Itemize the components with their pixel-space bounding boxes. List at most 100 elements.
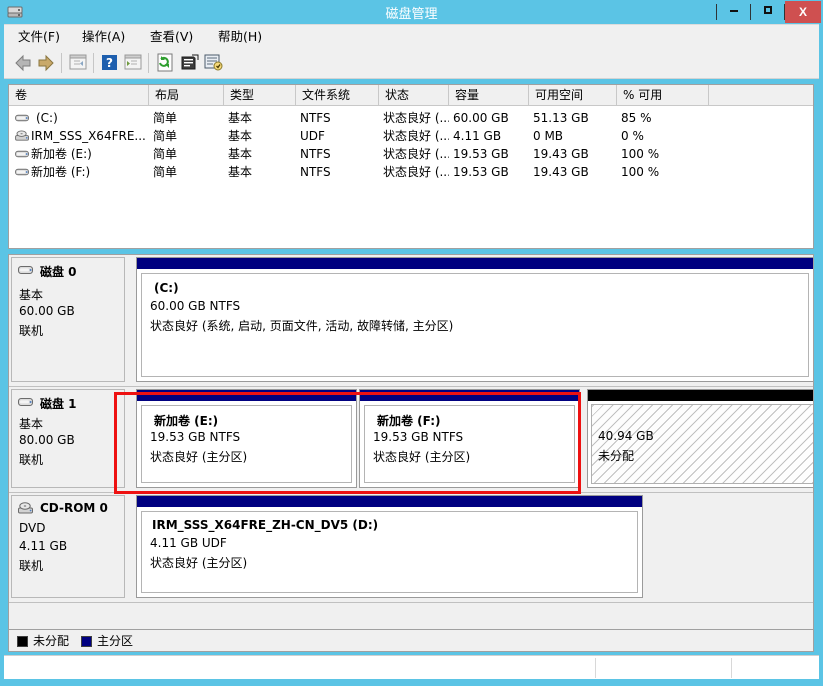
cell-percent-free: 85 %: [621, 111, 652, 125]
toolbar-separator-1: [61, 53, 62, 73]
column-filesystem[interactable]: 文件系统: [296, 85, 379, 105]
disk-1-name: 磁盘 1: [40, 397, 77, 411]
menu-action[interactable]: 操作(A): [76, 28, 131, 46]
disk-0-info[interactable]: 磁盘 0 基本 60.00 GB 联机: [11, 257, 125, 382]
disk-1-state: 联机: [19, 453, 44, 467]
cell-volume: (C:): [36, 111, 58, 125]
menu-view[interactable]: 查看(V): [144, 28, 199, 46]
toolbar-separator-3: [148, 53, 149, 73]
table-row[interactable]: (C:) 简单 基本 NTFS 状态良好 (... 60.00 GB 51.13…: [9, 109, 813, 127]
partition-e[interactable]: 新加卷 (E:) 19.53 GB NTFS 状态良好 (主分区): [136, 389, 357, 488]
column-volume[interactable]: 卷: [9, 85, 149, 105]
table-row[interactable]: IRM_SSS_X64FRE... 简单 基本 UDF 状态良好 (... 4.…: [9, 127, 813, 145]
partition-c-status: 状态良好 (系统, 启动, 页面文件, 活动, 故障转储, 主分区): [150, 319, 454, 333]
column-type[interactable]: 类型: [224, 85, 296, 105]
cell-capacity: 60.00 GB: [453, 111, 509, 125]
table-row[interactable]: 新加卷 (F:) 简单 基本 NTFS 状态良好 (... 19.53 GB 1…: [9, 163, 813, 181]
minimize-button[interactable]: [717, 1, 751, 23]
cdrom-0-info[interactable]: CD-ROM 0 DVD 4.11 GB 联机: [11, 495, 125, 598]
cell-filesystem: NTFS: [300, 147, 331, 161]
maximize-button[interactable]: [751, 1, 785, 23]
show-hide-console-tree-icon: [124, 54, 142, 70]
partition-f[interactable]: 新加卷 (F:) 19.53 GB NTFS 状态良好 (主分区): [359, 389, 580, 488]
rescan-disks-icon[interactable]: [204, 53, 223, 72]
partition-f-status: 状态良好 (主分区): [373, 450, 471, 464]
hard-disk-icon: [15, 114, 29, 122]
help-icon[interactable]: ?: [101, 54, 118, 71]
toolbar: ?: [4, 48, 819, 79]
partition-c[interactable]: (C:) 60.00 GB NTFS 状态良好 (系统, 启动, 页面文件, 活…: [136, 257, 813, 382]
hard-disk-icon: [15, 168, 29, 176]
cell-layout: 简单: [153, 129, 178, 143]
disk-management-window: 磁盘管理 X 文件(F) 操作(A) 查看(V) 帮助(H) ? 卷 布局 类型…: [0, 0, 823, 686]
cdrom-0-name: CD-ROM 0: [40, 501, 108, 515]
disk-row-1: 磁盘 1 基本 80.00 GB 联机 新加卷 (E:) 19.53 GB NT…: [9, 387, 813, 493]
cell-type: 基本: [228, 111, 253, 125]
refresh-icon[interactable]: [156, 53, 174, 72]
disk-1-info[interactable]: 磁盘 1 基本 80.00 GB 联机: [11, 389, 125, 488]
column-status[interactable]: 状态: [379, 85, 449, 105]
hard-disk-icon: [15, 150, 29, 158]
forward-icon[interactable]: [36, 54, 55, 72]
partition-d-body: IRM_SSS_X64FRE_ZH-CN_DV5 (D:) 4.11 GB UD…: [141, 511, 638, 593]
unallocated-status: 未分配: [598, 449, 635, 463]
column-free-space[interactable]: 可用空间: [529, 85, 617, 105]
cell-volume: IRM_SSS_X64FRE...: [31, 129, 146, 143]
cell-percent-free: 0 %: [621, 129, 644, 143]
cell-free-space: 0 MB: [533, 129, 564, 143]
cell-filesystem: NTFS: [300, 111, 331, 125]
disk-row-0: 磁盘 0 基本 60.00 GB 联机 (C:) 60.00 GB NTFS 状…: [9, 255, 813, 387]
cell-capacity: 19.53 GB: [453, 165, 509, 179]
cell-status: 状态良好 (...: [383, 111, 449, 125]
disk-0-type: 基本: [19, 288, 44, 302]
cell-filesystem: UDF: [300, 129, 325, 143]
close-button[interactable]: X: [785, 1, 821, 23]
cell-free-space: 51.13 GB: [533, 111, 589, 125]
column-layout[interactable]: 布局: [149, 85, 224, 105]
cell-filesystem: NTFS: [300, 165, 331, 179]
disk-graphical-pane: 磁盘 0 基本 60.00 GB 联机 (C:) 60.00 GB NTFS 状…: [8, 254, 814, 630]
unallocated-body: 40.94 GB 未分配: [591, 404, 813, 484]
cell-type: 基本: [228, 165, 253, 179]
partition-d-color-bar: [137, 496, 642, 507]
cell-free-space: 19.43 GB: [533, 165, 589, 179]
menu-bar: 文件(F) 操作(A) 查看(V) 帮助(H): [4, 24, 819, 49]
toolbar-separator-2: [93, 53, 94, 73]
partition-e-color-bar: [137, 390, 356, 401]
table-row[interactable]: 新加卷 (E:) 简单 基本 NTFS 状态良好 (... 19.53 GB 1…: [9, 145, 813, 163]
disk-1-partitions: 新加卷 (E:) 19.53 GB NTFS 状态良好 (主分区) 新加卷 (F…: [136, 389, 813, 488]
unallocated-color-bar: [588, 390, 813, 401]
partition-d-title: IRM_SSS_X64FRE_ZH-CN_DV5 (D:): [152, 518, 379, 532]
cell-layout: 简单: [153, 165, 178, 179]
menu-help[interactable]: 帮助(H): [212, 28, 268, 46]
cdrom-0-type: DVD: [19, 521, 46, 535]
legend-unallocated-swatch: [17, 636, 28, 647]
legend-bar: 未分配 主分区: [8, 630, 814, 652]
column-capacity[interactable]: 容量: [449, 85, 529, 105]
properties-icon[interactable]: [180, 53, 199, 72]
partition-e-title: 新加卷 (E:): [154, 414, 219, 428]
up-one-level-icon: [69, 54, 87, 70]
column-percent-free[interactable]: % 可用: [617, 85, 709, 105]
partition-f-title: 新加卷 (F:): [377, 414, 441, 428]
partition-f-size-fs: 19.53 GB NTFS: [373, 430, 464, 444]
partition-f-color-bar: [360, 390, 579, 401]
cdrom-0-partitions: IRM_SSS_X64FRE_ZH-CN_DV5 (D:) 4.11 GB UD…: [136, 495, 646, 598]
partition-c-title: (C:): [154, 281, 179, 295]
menu-file[interactable]: 文件(F): [12, 28, 66, 46]
cell-free-space: 19.43 GB: [533, 147, 589, 161]
partition-e-size-fs: 19.53 GB NTFS: [150, 430, 241, 444]
disk-1-size: 80.00 GB: [19, 433, 75, 447]
partition-unallocated[interactable]: 40.94 GB 未分配: [587, 389, 813, 488]
disk-0-size: 60.00 GB: [19, 304, 75, 318]
back-icon[interactable]: [14, 54, 33, 72]
cell-layout: 简单: [153, 147, 178, 161]
cd-rom-icon: [15, 130, 29, 141]
partition-d[interactable]: IRM_SSS_X64FRE_ZH-CN_DV5 (D:) 4.11 GB UD…: [136, 495, 643, 598]
column-blank[interactable]: [709, 85, 813, 105]
cell-status: 状态良好 (...: [383, 165, 449, 179]
cell-volume: 新加卷 (F:): [31, 165, 91, 179]
minimize-icon: [730, 10, 738, 12]
partition-f-body: 新加卷 (F:) 19.53 GB NTFS 状态良好 (主分区): [364, 405, 575, 483]
cell-layout: 简单: [153, 111, 178, 125]
